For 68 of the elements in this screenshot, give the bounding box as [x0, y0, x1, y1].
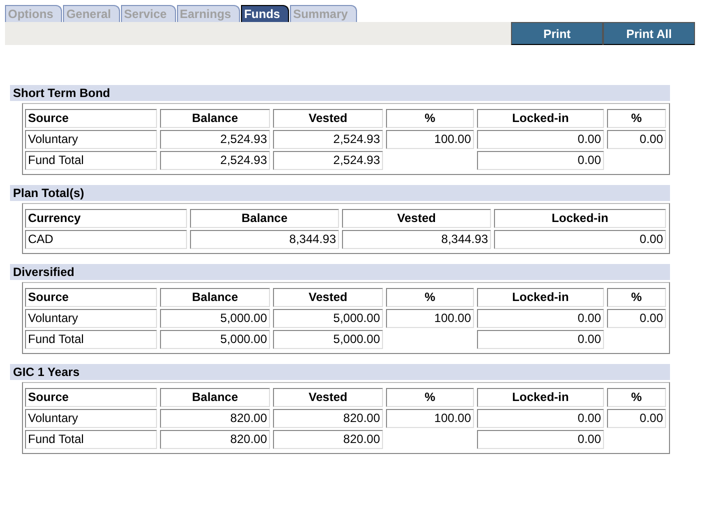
table-cell: Voluntary [25, 309, 157, 328]
tab[interactable]: Service [121, 5, 176, 22]
table-cell: 5,000.00 [160, 309, 270, 328]
table-cell: 0.00 [477, 309, 604, 328]
tab[interactable]: Options [5, 5, 62, 22]
table-cell: Fund Total [25, 430, 157, 449]
column-header: Balance [160, 288, 270, 307]
table-cell: Voluntary [25, 409, 157, 428]
table-cell: 0.00 [477, 330, 604, 349]
table-cell: 0.00 [477, 130, 604, 149]
tab[interactable]: Earnings [176, 5, 240, 22]
table-cell: 820.00 [160, 430, 270, 449]
column-header: Balance [190, 209, 339, 228]
table-cell: 5,000.00 [273, 330, 383, 349]
section-header: Plan Total(s) [10, 185, 670, 201]
table-cell: 100.00 [386, 309, 474, 328]
table-cell: Fund Total [25, 330, 157, 349]
table-cell: Fund Total [25, 151, 157, 170]
print-button[interactable]: Print All [603, 22, 695, 45]
column-header: Balance [160, 388, 270, 407]
column-header: Locked-in [477, 109, 604, 128]
tab[interactable]: Funds [241, 5, 290, 22]
table-cell: 5,000.00 [160, 330, 270, 349]
tab[interactable]: Summary [290, 5, 357, 22]
table-cell: 0.00 [477, 151, 604, 170]
section-header: Diversified [10, 264, 670, 280]
column-header: % [386, 388, 474, 407]
table-cell: 8,344.93 [342, 230, 491, 249]
column-header: % [386, 288, 474, 307]
table-cell: 100.00 [386, 130, 474, 149]
table-cell: 0.00 [607, 309, 666, 328]
print-button[interactable]: Print [511, 22, 603, 45]
column-header: Currency [25, 209, 187, 228]
table-cell: 8,344.93 [190, 230, 339, 249]
column-header: % [607, 288, 666, 307]
table-cell: 0.00 [477, 409, 604, 428]
table-cell: 820.00 [160, 409, 270, 428]
column-header: % [607, 388, 666, 407]
column-header: Vested [273, 388, 383, 407]
column-header: Vested [342, 209, 491, 228]
table-cell: 5,000.00 [273, 309, 383, 328]
column-header: Source [25, 288, 157, 307]
table-cell: 100.00 [386, 409, 474, 428]
section-header: GIC 1 Years [10, 364, 670, 380]
column-header: % [386, 109, 474, 128]
table-cell: 820.00 [273, 430, 383, 449]
table-cell: 2,524.93 [160, 151, 270, 170]
table-cell: 0.00 [607, 409, 666, 428]
column-header: Balance [160, 109, 270, 128]
table-cell: 2,524.93 [273, 151, 383, 170]
column-header: Source [25, 109, 157, 128]
table-cell: CAD [25, 230, 187, 249]
section-header: Short Term Bond [10, 85, 670, 101]
column-header: Locked-in [477, 388, 604, 407]
tab[interactable]: General [63, 5, 120, 22]
table-cell: 0.00 [607, 130, 666, 149]
column-header: % [607, 109, 666, 128]
column-header: Locked-in [477, 288, 604, 307]
table-cell: 820.00 [273, 409, 383, 428]
column-header: Vested [273, 288, 383, 307]
column-header: Source [25, 388, 157, 407]
table-cell: 0.00 [477, 430, 604, 449]
column-header: Locked-in [494, 209, 666, 228]
table-cell: Voluntary [25, 130, 157, 149]
table-cell: 2,524.93 [160, 130, 270, 149]
table-cell: 2,524.93 [273, 130, 383, 149]
table-cell: 0.00 [494, 230, 666, 249]
column-header: Vested [273, 109, 383, 128]
